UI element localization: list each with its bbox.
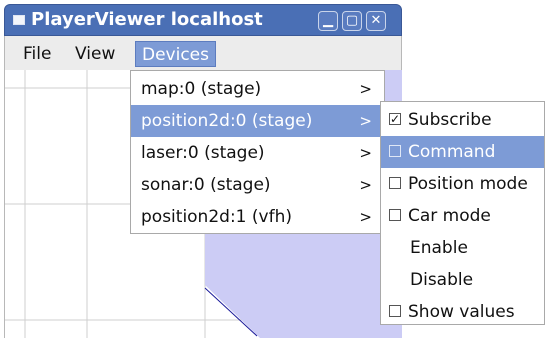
submenu-item-label: Car mode <box>408 206 491 226</box>
minimize-button[interactable]: ▁ <box>318 11 338 31</box>
submenu-item-enable[interactable]: Enable <box>381 232 544 264</box>
menu-item-label: map:0 (stage) <box>141 79 262 99</box>
submenu-item-position-mode[interactable]: Position mode <box>381 168 544 200</box>
menu-item-label: position2d:1 (vfh) <box>141 207 292 227</box>
maximize-icon: ▢ <box>345 13 359 28</box>
submenu-item-label: Disable <box>410 270 474 290</box>
menu-devices[interactable]: Devices <box>135 41 216 67</box>
chevron-right-icon: > <box>359 208 372 226</box>
chevron-right-icon: > <box>359 112 372 130</box>
stage-obstacle <box>205 230 385 338</box>
submenu-item-subscribe[interactable]: ✓ Subscribe <box>381 104 544 136</box>
devices-menu: map:0 (stage) > position2d:0 (stage) > l… <box>130 70 385 234</box>
menu-bar: File View Devices <box>4 36 402 70</box>
submenu-item-label: Command <box>408 142 496 162</box>
position2d-submenu: ✓ Subscribe Command Position mode Car mo… <box>380 101 545 325</box>
menu-view[interactable]: View <box>69 41 121 67</box>
close-button[interactable]: ✕ <box>366 11 386 31</box>
maximize-button[interactable]: ▢ <box>342 11 362 31</box>
submenu-item-label: Position mode <box>408 174 528 194</box>
menu-item-label: position2d:0 (stage) <box>141 111 313 131</box>
menu-file[interactable]: File <box>17 41 57 67</box>
chevron-right-icon: > <box>359 80 372 98</box>
menu-item-sonar-0[interactable]: sonar:0 (stage) > <box>131 169 384 201</box>
check-icon: ✓ <box>390 112 401 126</box>
submenu-item-label: Show values <box>408 302 515 322</box>
submenu-item-label: Subscribe <box>408 110 492 130</box>
menu-item-position2d-0[interactable]: position2d:0 (stage) > <box>131 105 384 137</box>
menu-item-label: sonar:0 (stage) <box>141 175 271 195</box>
minimize-icon: ▁ <box>323 13 333 28</box>
menu-item-label: laser:0 (stage) <box>141 143 265 163</box>
menu-item-map-0[interactable]: map:0 (stage) > <box>131 73 384 105</box>
close-icon: ✕ <box>370 13 382 28</box>
submenu-item-car-mode[interactable]: Car mode <box>381 200 544 232</box>
checkbox[interactable] <box>389 305 401 317</box>
checkbox[interactable] <box>389 177 401 189</box>
chevron-right-icon: > <box>359 176 372 194</box>
menu-item-laser-0[interactable]: laser:0 (stage) > <box>131 137 384 169</box>
checkbox-checked[interactable]: ✓ <box>389 112 401 126</box>
submenu-item-show-values[interactable]: Show values <box>381 296 544 328</box>
submenu-item-command[interactable]: Command <box>381 136 544 168</box>
submenu-item-disable[interactable]: Disable <box>381 264 544 296</box>
menu-item-position2d-1[interactable]: position2d:1 (vfh) > <box>131 201 384 233</box>
window-title: PlayerViewer localhost <box>31 9 263 30</box>
submenu-item-label: Enable <box>410 238 468 258</box>
checkbox[interactable] <box>389 145 401 157</box>
window-menu-icon[interactable] <box>13 15 25 25</box>
chevron-right-icon: > <box>359 144 372 162</box>
checkbox[interactable] <box>389 209 401 221</box>
title-bar[interactable]: PlayerViewer localhost ▁ ▢ ✕ <box>4 4 402 36</box>
